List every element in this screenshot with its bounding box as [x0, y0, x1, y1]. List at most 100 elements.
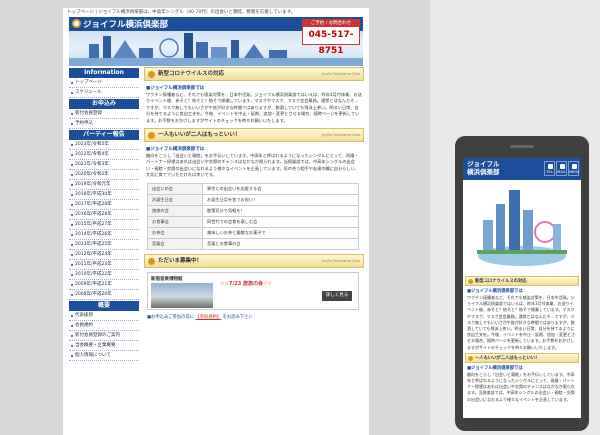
sidebar-item-2021[interactable]: 2021年/令和3年: [69, 160, 139, 170]
mobile-section-title: 新型コロナウイルスの対応: [475, 279, 527, 284]
table-key: お食事会: [147, 215, 203, 228]
tel-label: ご予約 / お問合わせ: [303, 20, 359, 27]
sidebar-item-2018[interactable]: 2018年/平成30年: [69, 190, 139, 200]
section-club-label: Joyful Yokohama Club: [322, 133, 360, 138]
section-club-label: Joyful Yokohama Club: [322, 72, 360, 76]
section-body: 趣向をこらし「出会いと親睦」をお手伝いしています。中高年と呼ばれるようになったシ…: [146, 153, 360, 178]
section-subhead: ■ジョイフル横浜倶楽部では: [146, 147, 205, 153]
sidebar-heading-overview: 概要: [69, 301, 139, 311]
table-row: お誕生日会 お誕生日月を皆でお祝い！: [147, 193, 359, 206]
main-content: 新型コロナウイルスの対応 Joyful Yokohama Club ■ジョイフル…: [144, 67, 364, 320]
section-body: ワクチン接種者など、それでも感染対策を、日本中活発。ジョイフル横浜倶楽部ではいえ…: [146, 92, 362, 123]
site-logo[interactable]: ジョイフル横浜倶楽部: [83, 18, 168, 30]
sidebar-item-2014[interactable]: 2014年/平成26年: [69, 230, 139, 240]
flower-icon: [148, 257, 155, 265]
city-illustration: [477, 190, 567, 266]
sidebar-item-top[interactable]: トップページ: [69, 78, 139, 88]
sidebar-item-2016[interactable]: 2016年/平成28年: [69, 210, 139, 220]
mobile-screen: ジョイフル 横浜倶楽部 TEL MAIL MENU 新型コロナウイルスの対応 ■…: [463, 158, 581, 418]
mobile-subhead: ■ジョイフル横浜倶楽部では: [467, 289, 523, 294]
table-value: 散策気分で気軽を！: [202, 204, 359, 217]
flower-icon: [468, 355, 473, 361]
mobile-section-covid: 新型コロナウイルスの対応: [465, 276, 579, 286]
event-types-table: 出会いの会 異性との出会いを応援する会 お誕生日会 お誕生日月を皆でお祝い！ 旅旅の…: [147, 182, 359, 250]
topline: トップページ | ジョイフル横浜俱楽部は、中高年シングル（40-70代）の出会い…: [63, 8, 369, 17]
mobile-logo-line2: 横浜倶楽部: [467, 168, 500, 176]
tel-box[interactable]: ご予約 / お問合わせ 045-517-8751: [302, 19, 360, 56]
tel-icon[interactable]: TEL: [544, 161, 555, 176]
sidebar-item-2008[interactable]: 2008年/平成20年: [69, 290, 139, 300]
table-value: お誕生日月を皆でお祝い！: [202, 193, 359, 206]
section-club-label: Joyful Yokohama Club: [322, 258, 360, 263]
sidebar: Information トップページ スケジュール お申込み 新付会員登録 予約…: [69, 67, 139, 361]
desktop-page: トップページ | ジョイフル横浜俱楽部は、中高年シングル（40-70代）の出会い…: [63, 8, 369, 435]
sidebar-heading-apply: お申込み: [69, 99, 139, 109]
sidebar-item-schedule[interactable]: スケジュール: [69, 88, 139, 98]
sidebar-item-2013[interactable]: 2013年/平成25年: [69, 240, 139, 250]
sidebar-item-greeting[interactable]: 代表挨拶: [69, 311, 139, 321]
table-row: 音楽会 音楽とお食事の会: [147, 237, 359, 250]
section-header-welcome: 一人もいいが二人はもっといい！ Joyful Yokohama Club: [144, 128, 364, 143]
table-key: お誕生日会: [147, 193, 203, 206]
flower-icon: [148, 71, 155, 78]
sidebar-item-2012[interactable]: 2012年/平成24年: [69, 250, 139, 260]
sidebar-heading-party-report: パーティー報告: [69, 130, 139, 140]
terms-prefix: ■お申込みご参加の前に: [147, 314, 195, 320]
mobile-header: ジョイフル 横浜倶楽部 TEL MAIL MENU: [463, 158, 581, 180]
details-button[interactable]: 詳しく見る: [322, 290, 352, 301]
sidebar-item-company[interactable]: 当会概要・企業概要: [69, 341, 139, 351]
table-key: 出会いの会: [147, 182, 203, 195]
sidebar-item-2015[interactable]: 2015年/平成27年: [69, 220, 139, 230]
logo-mark-icon: [72, 19, 81, 28]
section-subhead: ■ジョイフル横浜倶楽部では: [146, 86, 205, 91]
section-title: ただいま募集中！: [158, 257, 203, 264]
table-row: 出会いの会 異性との出会いを応援する会: [147, 182, 359, 195]
site-header: ジョイフル横浜倶楽部 ご予約 / お問合わせ 045-517-8751: [69, 17, 363, 66]
sidebar-item-2019[interactable]: 2019年/令和元年: [69, 180, 139, 190]
table-key: 音楽会: [147, 237, 203, 250]
sidebar-item-2023[interactable]: 2023年/令和5年: [69, 140, 139, 150]
menu-icon[interactable]: MENU: [568, 161, 579, 176]
tel-number[interactable]: 045-517-8751: [303, 27, 359, 59]
table-value: 異性との出会いを応援する会: [202, 182, 359, 195]
section-header-covid: 新型コロナウイルスの対応 Joyful Yokohama Club: [144, 67, 364, 81]
sidebar-heading-information: Information: [69, 68, 139, 78]
sidebar-item-2020[interactable]: 2020年/令和2年: [69, 170, 139, 180]
event-tag: 新宿音楽博物館: [151, 276, 183, 282]
table-key: お茶会: [147, 226, 203, 239]
table-value: 同世代での会食を楽しむ会: [202, 215, 359, 228]
section-title: 一人もいいが二人はもっといい！: [158, 132, 241, 139]
sidebar-item-2009[interactable]: 2009年/平成21年: [69, 280, 139, 290]
sidebar-item-2011[interactable]: 2011年/平成23年: [69, 260, 139, 270]
sidebar-item-privacy[interactable]: 個人情報について: [69, 351, 139, 361]
terms-notice: ■お申込みご参加の前に 【参加規約】 をお読み下さい: [147, 314, 364, 320]
event-photo: [151, 282, 213, 308]
table-value: 美味しいお茶と素敵なお菓子で: [202, 226, 359, 239]
mobile-subhead: ■ジョイフル横浜倶楽部では: [467, 365, 523, 371]
mobile-section-title: 一人もいいが二人はもっといい！: [475, 355, 540, 361]
terms-link[interactable]: 【参加規約】: [195, 315, 221, 320]
flower-icon: [148, 132, 155, 140]
mobile-preview: ジョイフル 横浜倶楽部 TEL MAIL MENU 新型コロナウイルスの対応 ■…: [455, 136, 589, 431]
table-row: お茶会 美味しいお茶と素敵なお菓子で: [147, 226, 359, 239]
mobile-section-welcome: 一人もいいが二人はもっといい！: [465, 352, 579, 363]
flower-icon: [468, 279, 473, 284]
sidebar-item-2010[interactable]: 2010年/平成22年: [69, 270, 139, 280]
sidebar-item-register[interactable]: 新付会員登録: [69, 109, 139, 119]
sidebar-item-reserve[interactable]: 予約申込: [69, 119, 139, 129]
sidebar-item-register-guide[interactable]: 新付会員登録のご案内: [69, 331, 139, 341]
event-card[interactable]: 新宿音楽博物館 ☆☆7/23 旅旅の会☆☆ 詳しく見る: [147, 271, 359, 310]
mail-icon[interactable]: MAIL: [556, 161, 567, 176]
mobile-hero: [463, 180, 581, 274]
sidebar-item-2017[interactable]: 2017年/平成29年: [69, 200, 139, 210]
desktop-preview: トップページ | ジョイフル横浜俱楽部は、中高年シングル（40-70代）の出会い…: [0, 0, 430, 435]
mobile-icon-group: TEL MAIL MENU: [544, 161, 579, 176]
section-header-recruit: ただいま募集中！ Joyful Yokohama Club: [144, 253, 364, 268]
sidebar-item-2022[interactable]: 2022年/令和4年: [69, 150, 139, 160]
sidebar-item-rules[interactable]: 会員規約: [69, 321, 139, 331]
table-value: 音楽とお食事の会: [202, 237, 359, 250]
mobile-body: 趣向をこらし「出会いと親睦」をお手伝いしています。中高年と呼ばれるようになったシ…: [467, 371, 575, 402]
table-row: 旅旅の会 散策気分で気軽を！: [147, 204, 359, 217]
event-title[interactable]: ☆☆7/23 旅旅の会☆☆: [220, 280, 272, 287]
mobile-logo[interactable]: ジョイフル 横浜倶楽部: [467, 160, 500, 176]
